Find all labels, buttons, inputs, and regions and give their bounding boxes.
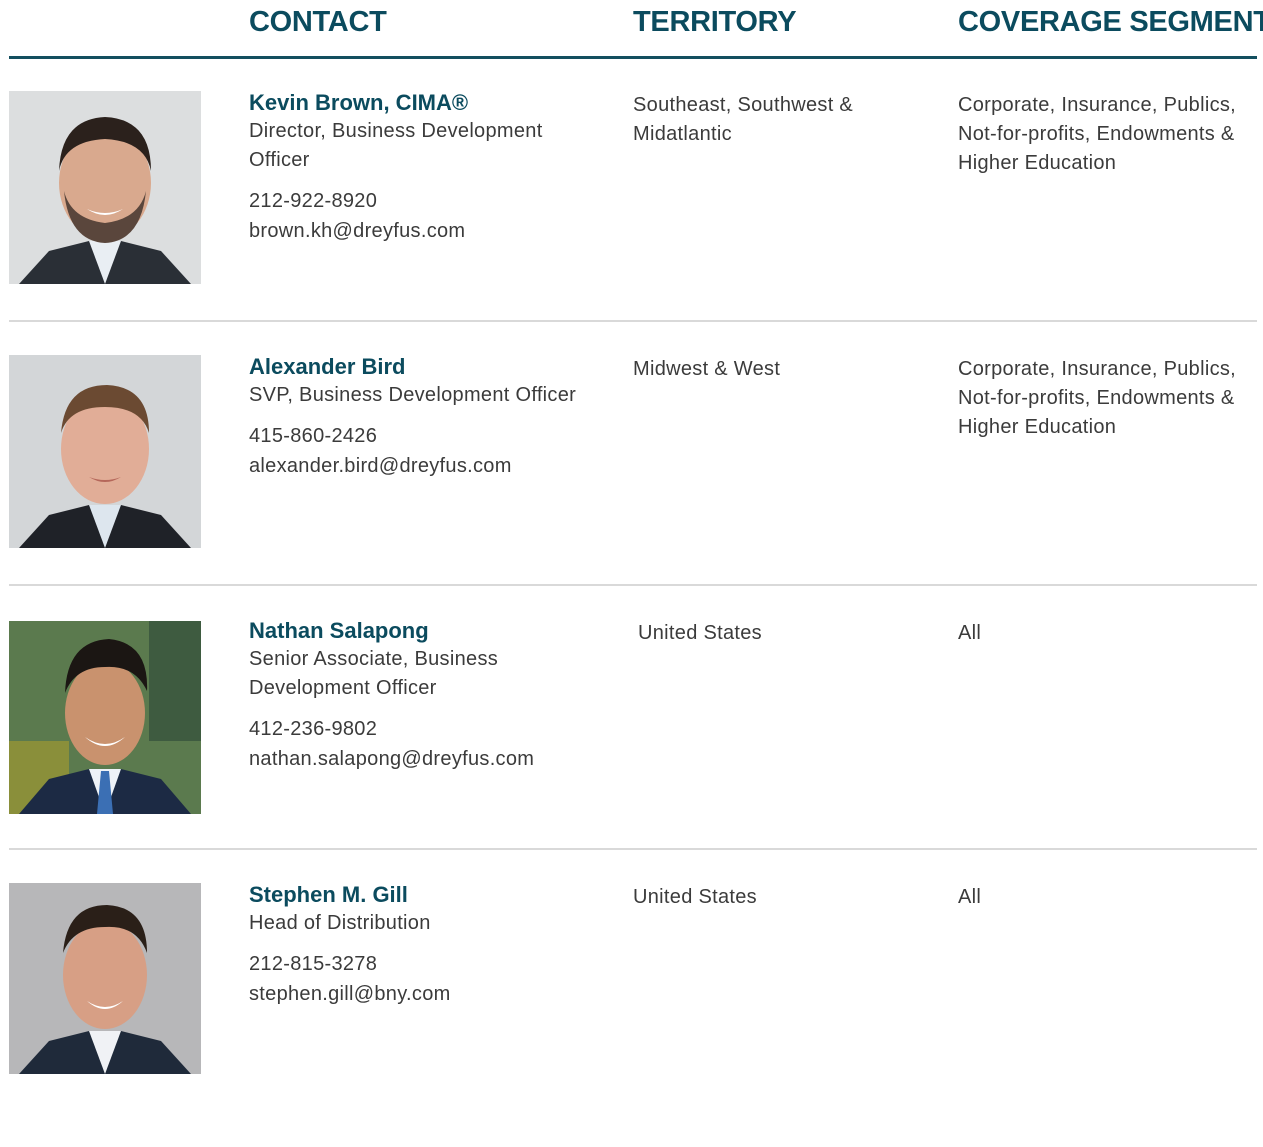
table-header: CONTACT TERRITORY COVERAGE SEGMENT — [0, 0, 1263, 60]
contact-row: Kevin Brown, CIMA® Director, Business De… — [0, 90, 1263, 355]
contact-info: Stephen M. Gill Head of Distribution 212… — [249, 882, 609, 1009]
contact-email[interactable]: alexander.bird@dreyfus.com — [249, 451, 609, 481]
contact-row: Nathan Salapong Senior Associate, Busine… — [0, 618, 1263, 883]
contact-info: Kevin Brown, CIMA® Director, Business De… — [249, 90, 609, 246]
column-header-territory: TERRITORY — [633, 6, 797, 38]
territory-text: United States — [638, 622, 762, 644]
row-divider — [9, 584, 1257, 586]
contact-title: Director, Business Development Officer — [249, 120, 543, 171]
row-divider — [9, 320, 1257, 322]
segment-text: Corporate, Insurance, Publics, Not-for-p… — [958, 358, 1237, 438]
contact-email[interactable]: stephen.gill@bny.com — [249, 979, 609, 1009]
contact-info: Nathan Salapong Senior Associate, Busine… — [249, 618, 609, 774]
header-rule — [9, 56, 1257, 59]
contact-title: Senior Associate, Business Development O… — [249, 648, 499, 699]
contact-email[interactable]: brown.kh@dreyfus.com — [249, 216, 609, 246]
segment-text: All — [958, 622, 982, 644]
contact-photo — [9, 621, 201, 814]
contact-phone[interactable]: 212-815-3278 — [249, 950, 609, 979]
contact-phone[interactable]: 415-860-2426 — [249, 422, 609, 451]
contact-row: Stephen M. Gill Head of Distribution 212… — [0, 882, 1263, 1147]
territory-text: Midwest & West — [633, 358, 781, 380]
contact-name: Alexander Bird — [249, 354, 406, 379]
contact-photo — [9, 883, 201, 1074]
territory-text: United States — [633, 886, 757, 908]
contact-row: Alexander Bird SVP, Business Development… — [0, 354, 1263, 619]
column-header-coverage-segment: COVERAGE SEGMENT — [958, 6, 1263, 38]
contact-title: Head of Distribution — [249, 912, 431, 934]
row-divider — [9, 848, 1257, 850]
contact-phone[interactable]: 212-922-8920 — [249, 187, 609, 216]
contact-phone[interactable]: 412-236-9802 — [249, 715, 609, 744]
contact-name: Kevin Brown, CIMA® — [249, 90, 469, 115]
contact-photo — [9, 355, 201, 548]
contact-title: SVP, Business Development Officer — [249, 384, 577, 406]
contact-info: Alexander Bird SVP, Business Development… — [249, 354, 609, 481]
contact-name: Nathan Salapong — [249, 618, 429, 643]
contact-email[interactable]: nathan.salapong@dreyfus.com — [249, 744, 609, 774]
territory-text: Southeast, Southwest & Midatlantic — [633, 94, 854, 145]
contact-name: Stephen M. Gill — [249, 882, 408, 907]
segment-text: Corporate, Insurance, Publics, Not-for-p… — [958, 94, 1237, 174]
column-header-contact: CONTACT — [249, 6, 387, 38]
contact-photo — [9, 91, 201, 284]
segment-text: All — [958, 886, 982, 908]
